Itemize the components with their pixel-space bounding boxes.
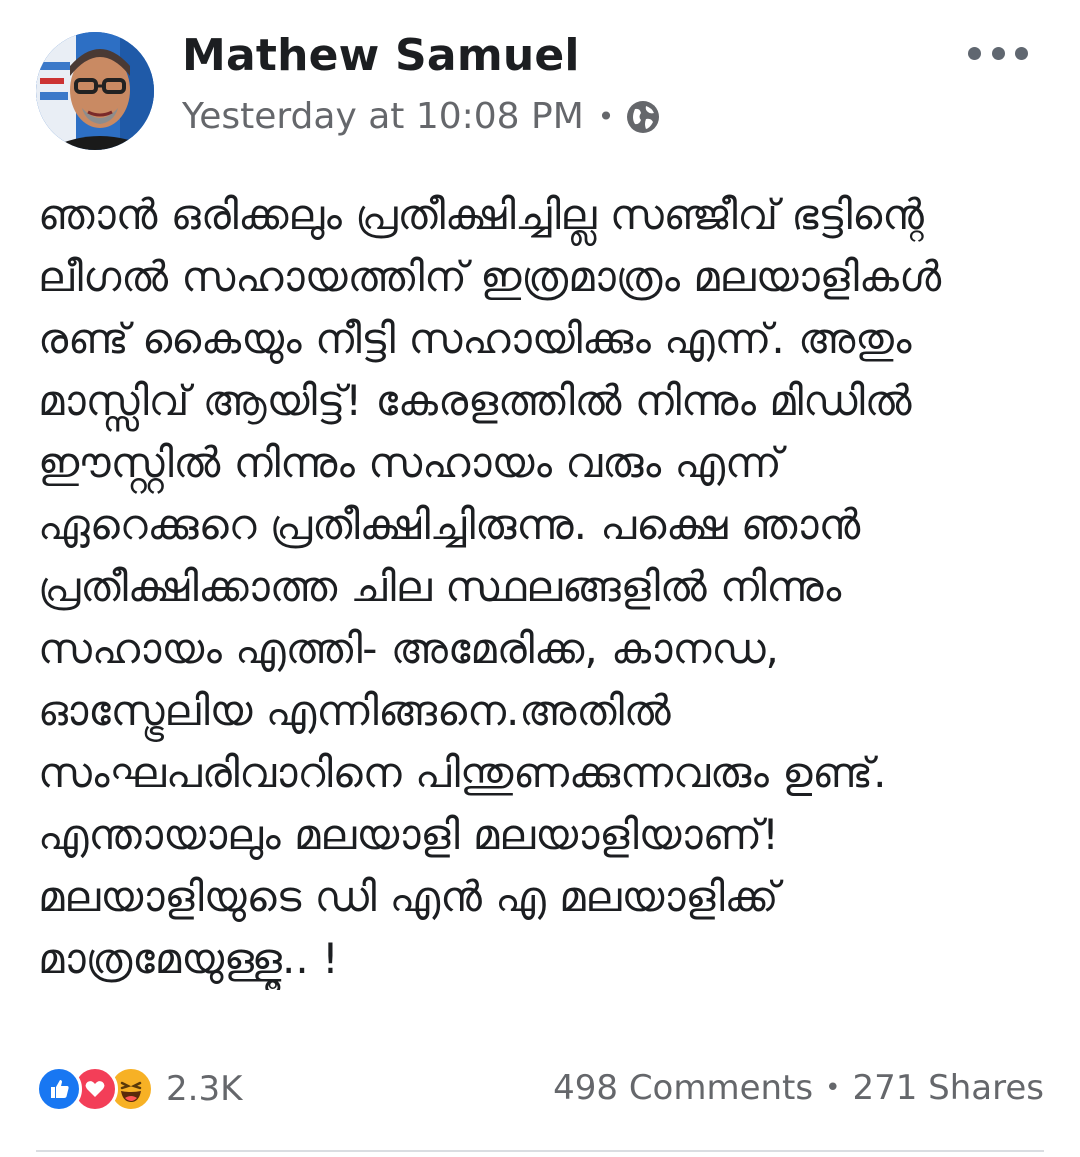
more-options-icon[interactable]	[968, 38, 1028, 68]
post-meta: Yesterday at 10:08 PM •	[182, 96, 660, 137]
meta-separator: •	[597, 100, 615, 133]
like-icon	[36, 1066, 82, 1112]
post-text-line: പ്രതീക്ഷിക്കാത്ത ചില സ്ഥലങ്ങളിൽ നിന്നും	[38, 562, 842, 611]
post-text-line: സംഘപരിവാറിനെ പിന്തുണക്കുന്നവരും ഉണ്ട്.	[38, 748, 887, 797]
post-text-line: ഓസ്ട്രേലിയ എന്നിങ്ങനെ.അതിൽ	[38, 686, 671, 735]
post-text-line: സഹായം എത്തി- അമേരിക്ക, കാനഡ,	[38, 624, 779, 673]
more-dot	[1015, 46, 1028, 60]
post-timestamp[interactable]: Yesterday at 10:08 PM	[182, 96, 584, 137]
post-text-line: എന്തായാലും മലയാളി മലയാളിയാണ്!	[38, 810, 779, 859]
facebook-post: Mathew Samuel Yesterday at 10:08 PM • ഞാ…	[0, 0, 1080, 1157]
post-header: Mathew Samuel Yesterday at 10:08 PM •	[36, 24, 1046, 154]
shares-count[interactable]: 271 Shares	[852, 1068, 1044, 1108]
stats-separator: •	[825, 1073, 841, 1103]
comments-count[interactable]: 498 Comments	[553, 1068, 813, 1108]
post-text-line: ഈസ്റ്റിൽ നിന്നും സഹായം വരും എന്ന്	[38, 438, 782, 487]
post-body: ഞാൻ ഒരിക്കലും പ്രതീക്ഷിച്ചില്ല സഞ്ജീവ് ഭ…	[38, 184, 1048, 990]
post-text-line: രണ്ട് കൈയും നീട്ടി സഹായിക്കും എന്ന്. അതു…	[38, 314, 912, 363]
post-text-line: മാത്രമേയുള്ളൂ.. !	[38, 934, 339, 983]
engagement-stats: 498 Comments • 271 Shares	[553, 1068, 1044, 1108]
post-text-line: മലയാളിയുടെ ഡി എൻ എ മലയാളിക്ക്	[38, 872, 779, 921]
reactions-summary[interactable]: 2.3K	[36, 1066, 242, 1112]
more-dot	[991, 46, 1005, 60]
avatar-image	[36, 32, 154, 150]
globe-icon[interactable]	[626, 100, 660, 134]
post-text-line: ലീഗൽ സഹായത്തിന് ഇത്രമാത്രം മലയാളികൾ	[38, 252, 942, 301]
post-text-line: ഏറെക്കുറെ പ്രതീക്ഷിച്ചിരുന്നു. പക്ഷെ ഞാൻ	[38, 500, 861, 549]
post-text-line: ഞാൻ ഒരിക്കലും പ്രതീക്ഷിച്ചില്ല സഞ്ജീവ് ഭ…	[38, 190, 924, 239]
author-avatar[interactable]	[36, 32, 154, 150]
post-footer: 2.3K 498 Comments • 271 Shares	[36, 1060, 1046, 1116]
footer-divider	[36, 1150, 1044, 1152]
author-name[interactable]: Mathew Samuel	[182, 30, 580, 81]
reaction-count[interactable]: 2.3K	[166, 1069, 242, 1109]
post-text-line: മാസ്സിവ് ആയിട്ട്! കേരളത്തിൽ നിന്നും മിഡി…	[38, 376, 912, 425]
more-dot	[968, 46, 981, 60]
